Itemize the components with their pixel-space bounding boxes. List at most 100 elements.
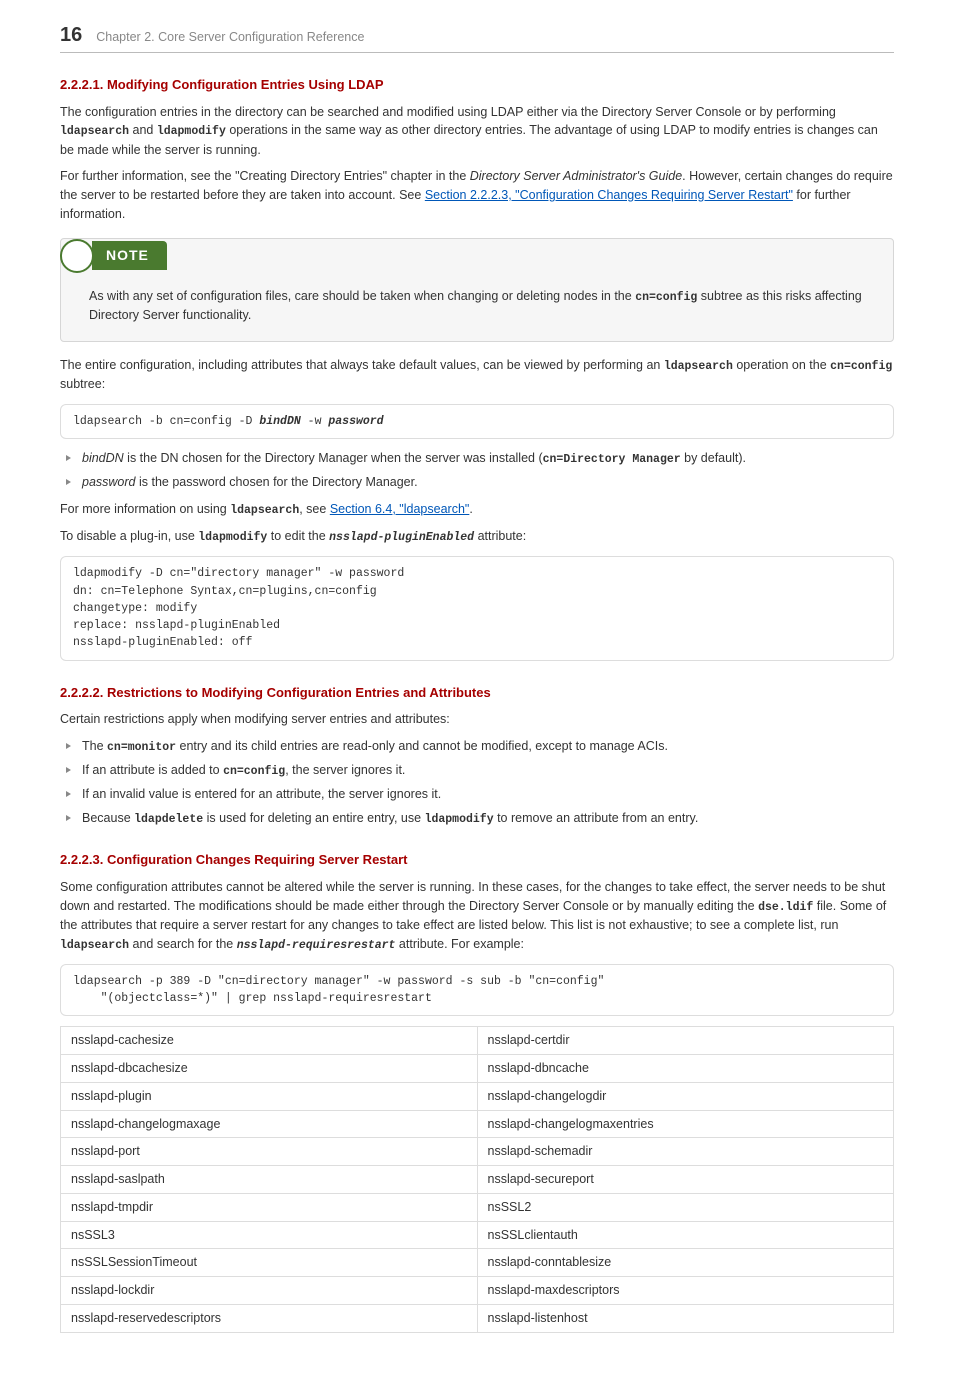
table-cell: nsslapd-lockdir [61,1277,478,1305]
table-row: nsslapd-cachesizensslapd-certdir [61,1027,894,1055]
section-title-2223: 2.2.2.3. Configuration Changes Requiring… [60,850,894,870]
note-icon [60,239,94,273]
table-cell: nsslapd-maxdescriptors [477,1277,894,1305]
code-inline: ldapsearch [60,939,129,952]
table-row: nsSSL3nsSSLclientauth [61,1221,894,1249]
list-item: If an invalid value is entered for an at… [66,785,894,804]
table-cell: nsSSLclientauth [477,1221,894,1249]
table-row: nsSSLSessionTimeoutnsslapd-conntablesize [61,1249,894,1277]
code-inline: ldapmodify [157,125,226,138]
text: and search for the [129,937,237,951]
text: The configuration entries in the directo… [60,105,836,119]
table-cell: nsslapd-dbcachesize [61,1055,478,1083]
code-inline: cn=Directory Manager [543,453,681,466]
italic-text: Directory Server Administrator's Guide [470,169,682,183]
text: For further information, see the "Creati… [60,169,470,183]
italic-text: bindDN [82,451,124,465]
table-cell: nsslapd-certdir [477,1027,894,1055]
text: The [82,739,107,753]
list-item: password is the password chosen for the … [66,473,894,492]
table-cell: nsslapd-secureport [477,1166,894,1194]
table-cell: nsslapd-changelogmaxentries [477,1110,894,1138]
code-inline: dse.ldif [758,901,813,914]
link-section-2223[interactable]: Section 2.2.2.3, "Configuration Changes … [425,188,793,202]
table-cell: nsSSL3 [61,1221,478,1249]
list-item: The cn=monitor entry and its child entri… [66,737,894,756]
table-cell: nsslapd-reservedescriptors [61,1304,478,1332]
code-text: -w [301,415,329,428]
page-header: 16 Chapter 2. Core Server Configuration … [60,20,894,53]
table-cell: nsslapd-conntablesize [477,1249,894,1277]
text: . [469,502,472,516]
table-cell: nsSSL2 [477,1193,894,1221]
table-row: nsslapd-tmpdirnsSSL2 [61,1193,894,1221]
text: to remove an attribute from an entry. [494,811,699,825]
text: is the password chosen for the Directory… [136,475,418,489]
table-row: nsslapd-pluginnsslapd-changelogdir [61,1082,894,1110]
text: For more information on using [60,502,230,516]
text: If an attribute is added to [82,763,223,777]
table-cell: nsslapd-tmpdir [61,1193,478,1221]
table-row: nsslapd-changelogmaxagensslapd-changelog… [61,1110,894,1138]
link-section-64[interactable]: Section 6.4, "ldapsearch" [330,502,470,516]
text: attribute. For example: [395,937,524,951]
section-title-2222: 2.2.2.2. Restrictions to Modifying Confi… [60,683,894,703]
table-cell: nsslapd-saslpath [61,1166,478,1194]
paragraph: For more information on using ldapsearch… [60,500,894,519]
text: attribute: [474,529,526,543]
text: As with any set of configuration files, … [89,289,635,303]
chapter-title: Chapter 2. Core Server Configuration Ref… [96,28,364,47]
paragraph: The entire configuration, including attr… [60,356,894,394]
table-row: nsslapd-dbcachesizensslapd-dbncache [61,1055,894,1083]
paragraph: The configuration entries in the directo… [60,103,894,160]
code-block: ldapsearch -b cn=config -D bindDN -w pas… [60,404,894,439]
code-param: nsslapd-requiresrestart [237,939,396,952]
text: , see [299,502,330,516]
code-param: bindDN [259,415,300,428]
bullet-list: The cn=monitor entry and its child entri… [60,737,894,829]
code-inline: cn=monitor [107,741,176,754]
text: to edit the [267,529,329,543]
note-box: NOTE As with any set of configuration fi… [60,238,894,342]
paragraph: Some configuration attributes cannot be … [60,878,894,954]
list-item: bindDN is the DN chosen for the Director… [66,449,894,468]
code-inline: ldapsearch [60,125,129,138]
list-item: Because ldapdelete is used for deleting … [66,809,894,828]
table-row: nsslapd-lockdirnsslapd-maxdescriptors [61,1277,894,1305]
text: is used for deleting an entire entry, us… [203,811,424,825]
code-inline: ldapsearch [230,504,299,517]
code-inline: cn=config [223,765,285,778]
table-cell: nsslapd-cachesize [61,1027,478,1055]
table-row: nsslapd-saslpathnsslapd-secureport [61,1166,894,1194]
paragraph: For further information, see the "Creati… [60,167,894,223]
text: To disable a plug-in, use [60,529,198,543]
text: The entire configuration, including attr… [60,358,664,372]
table-row: nsslapd-reservedescriptorsnsslapd-listen… [61,1304,894,1332]
code-param: nsslapd-pluginEnabled [329,531,474,544]
table-cell: nsslapd-changelogmaxage [61,1110,478,1138]
list-item: If an attribute is added to cn=config, t… [66,761,894,780]
code-inline: ldapmodify [425,813,494,826]
text: subtree: [60,377,105,391]
text: entry and its child entries are read-onl… [176,739,668,753]
section-title-2221: 2.2.2.1. Modifying Configuration Entries… [60,75,894,95]
note-label: NOTE [92,241,167,270]
paragraph: Certain restrictions apply when modifyin… [60,710,894,729]
code-inline: cn=config [830,360,892,373]
code-block: ldapmodify -D cn="directory manager" -w … [60,556,894,660]
paragraph: To disable a plug-in, use ldapmodify to … [60,527,894,546]
table-cell: nsslapd-changelogdir [477,1082,894,1110]
attribute-table: nsslapd-cachesizensslapd-certdirnsslapd-… [60,1026,894,1332]
code-inline: ldapsearch [664,360,733,373]
italic-text: password [82,475,136,489]
note-body: As with any set of configuration files, … [61,273,893,341]
table-cell: nsslapd-dbncache [477,1055,894,1083]
code-param: password [328,415,383,428]
text: , the server ignores it. [285,763,405,777]
table-cell: nsslapd-schemadir [477,1138,894,1166]
text: by default). [681,451,746,465]
text: and [129,123,157,137]
text: operation on the [733,358,830,372]
table-cell: nsslapd-listenhost [477,1304,894,1332]
table-row: nsslapd-portnsslapd-schemadir [61,1138,894,1166]
